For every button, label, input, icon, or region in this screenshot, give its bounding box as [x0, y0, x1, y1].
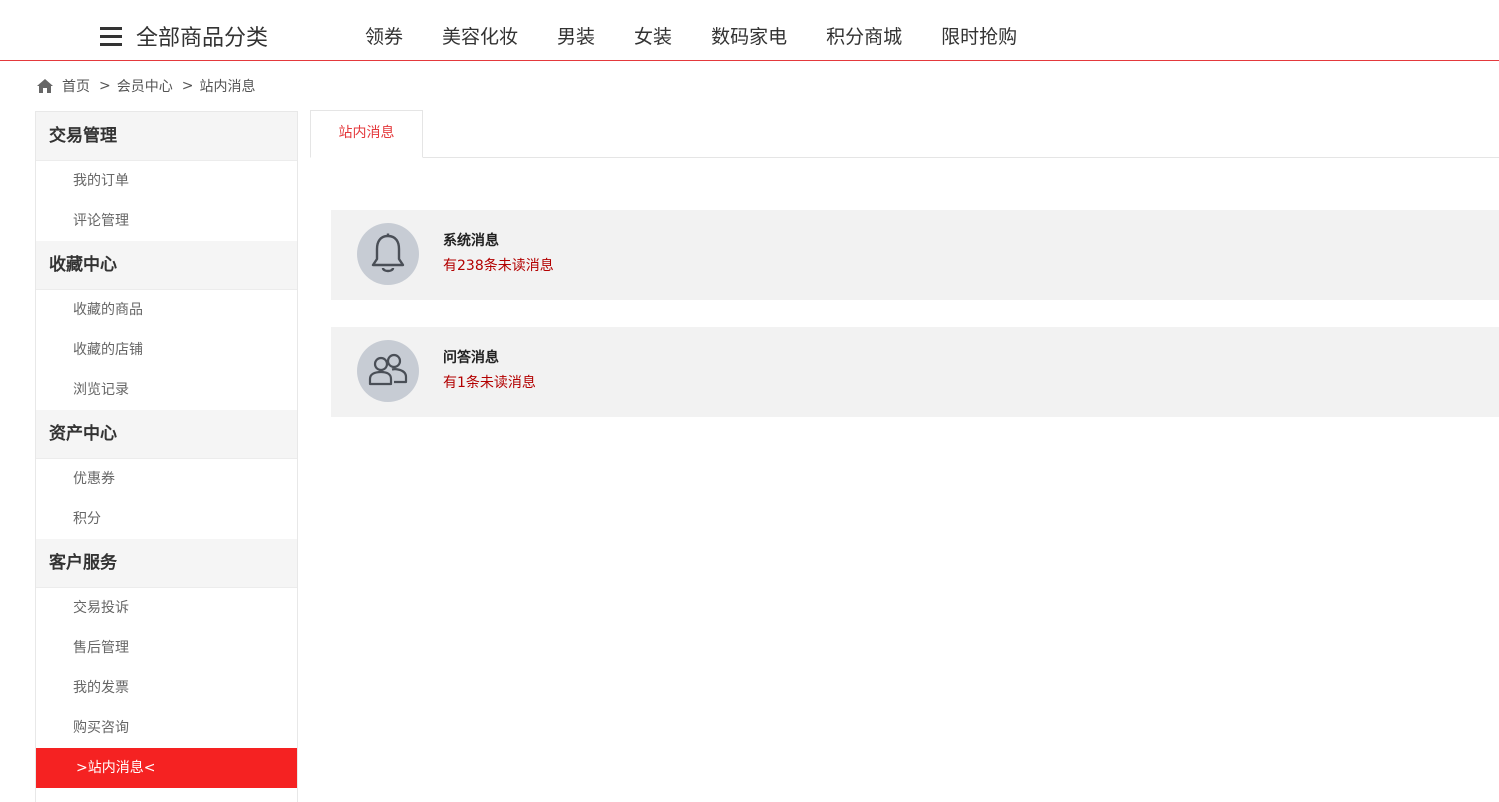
users-icon	[357, 340, 419, 402]
sidebar-item-fav-products[interactable]: 收藏的商品	[36, 290, 297, 330]
menu-icon	[100, 26, 122, 46]
all-categories-button[interactable]: 全部商品分类	[100, 20, 268, 52]
top-nav: 全部商品分类 领券 美容化妆 男装 女装 数码家电 积分商城 限时抢购	[0, 0, 1499, 61]
message-title: 系统消息	[443, 233, 499, 249]
breadcrumb-separator: >	[99, 78, 111, 94]
all-categories-label: 全部商品分类	[136, 26, 269, 51]
breadcrumb: 首页 > 会员中心 > 站内消息	[36, 76, 255, 96]
sidebar-item-complaints[interactable]: 交易投诉	[36, 588, 297, 628]
message-title: 问答消息	[443, 350, 499, 366]
sidebar-item-site-messages[interactable]: >站内消息<	[36, 748, 297, 788]
qa-message-card[interactable]: 问答消息 有1条未读消息	[331, 327, 1499, 417]
nav-item-menswear[interactable]: 男装	[557, 22, 595, 49]
tab-site-messages[interactable]: 站内消息	[310, 110, 423, 158]
breadcrumb-member-center[interactable]: 会员中心	[117, 76, 173, 96]
system-message-card[interactable]: 系统消息 有238条未读消息	[331, 210, 1499, 300]
sidebar-item-history[interactable]: 浏览记录	[36, 370, 297, 410]
message-unread-count: 有1条未读消息	[443, 375, 536, 391]
sidebar-item-invoices[interactable]: 我的发票	[36, 668, 297, 708]
sidebar-item-reviews[interactable]: 评论管理	[36, 201, 297, 241]
sidebar: 交易管理 我的订单 评论管理 收藏中心 收藏的商品 收藏的店铺 浏览记录 资产中…	[35, 111, 298, 802]
breadcrumb-current: 站内消息	[199, 79, 256, 95]
nav-menu: 领券 美容化妆 男装 女装 数码家电 积分商城 限时抢购	[365, 22, 1056, 49]
sidebar-group-favorites: 收藏中心	[36, 241, 297, 290]
nav-item-coupons[interactable]: 领券	[365, 22, 403, 49]
nav-item-beauty[interactable]: 美容化妆	[442, 22, 518, 49]
nav-item-points-mall[interactable]: 积分商城	[826, 22, 902, 49]
breadcrumb-separator: >	[181, 78, 194, 94]
sidebar-item-points[interactable]: 积分	[36, 499, 297, 539]
sidebar-item-coupons[interactable]: 优惠券	[36, 459, 297, 499]
home-icon[interactable]	[36, 78, 54, 94]
sidebar-group-assets: 资产中心	[36, 410, 297, 459]
sidebar-group-service: 客户服务	[36, 539, 297, 588]
tab-bar: 站内消息	[310, 110, 1499, 158]
sidebar-item-consult[interactable]: 购买咨询	[36, 708, 297, 748]
nav-item-womenswear[interactable]: 女装	[634, 22, 672, 49]
nav-item-flash-sale[interactable]: 限时抢购	[941, 22, 1017, 49]
sidebar-item-my-orders[interactable]: 我的订单	[36, 161, 297, 201]
sidebar-group-trade: 交易管理	[36, 112, 297, 161]
breadcrumb-home[interactable]: 首页	[62, 76, 90, 96]
sidebar-item-after-sales[interactable]: 售后管理	[36, 628, 297, 668]
bell-icon	[357, 223, 419, 285]
sidebar-item-fav-shops[interactable]: 收藏的店铺	[36, 330, 297, 370]
nav-item-digital[interactable]: 数码家电	[711, 22, 787, 49]
message-unread-count: 有238条未读消息	[443, 258, 554, 274]
